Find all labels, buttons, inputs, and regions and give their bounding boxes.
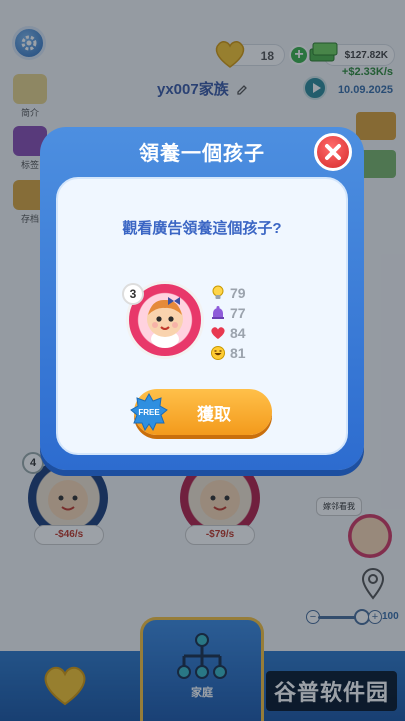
stat-health-value: 84 xyxy=(230,325,246,341)
stat-status-value: 77 xyxy=(230,305,246,321)
stat-intelligence-value: 79 xyxy=(230,285,246,301)
adopt-button[interactable]: FREE 獲取 xyxy=(130,389,272,435)
free-badge-text: FREE xyxy=(138,407,160,417)
bell-icon xyxy=(212,306,224,319)
stat-health: 84 xyxy=(210,323,246,343)
stat-happiness: 81 xyxy=(210,343,246,363)
baby-girl-icon xyxy=(147,297,183,348)
free-badge: FREE xyxy=(130,392,168,432)
dialog-question: 觀看廣告領養這個孩子? xyxy=(122,220,282,237)
smiley-icon xyxy=(211,346,225,360)
stat-status: 77 xyxy=(210,303,246,323)
heart-icon xyxy=(211,327,225,339)
close-icon xyxy=(325,144,341,160)
dialog-body: 觀看廣告領養這個孩子? 3 79 77 84 81 FREE 獲取 xyxy=(56,177,348,455)
adopt-button-label: 獲取 xyxy=(197,404,231,424)
adopt-child-dialog: 領養一個孩子 觀看廣告領養這個孩子? 3 79 77 84 81 FREE 獲取 xyxy=(40,127,364,470)
stat-happiness-value: 81 xyxy=(230,345,246,361)
stat-intelligence: 79 xyxy=(210,283,246,303)
child-level-badge: 3 xyxy=(122,283,144,305)
close-button[interactable] xyxy=(314,133,352,171)
lightbulb-icon xyxy=(212,285,224,299)
child-stats: 79 77 84 81 xyxy=(210,283,246,363)
